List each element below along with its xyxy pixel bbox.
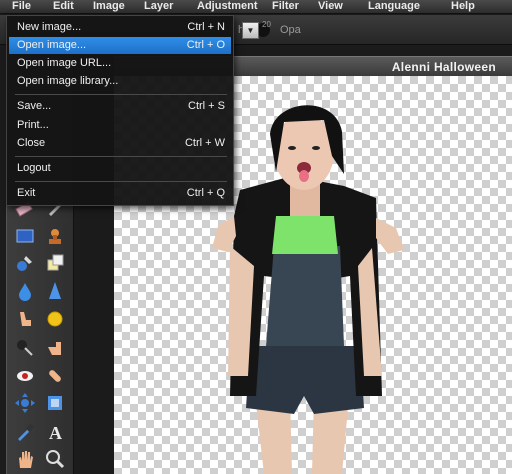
menu-separator: [15, 156, 227, 157]
dodge-tool-icon[interactable]: [43, 336, 67, 360]
menu-item-exit[interactable]: Exit Ctrl + Q: [9, 185, 231, 202]
menu-separator: [15, 181, 227, 182]
menu-item-label: Open image URL...: [17, 57, 112, 69]
menu-item-shortcut: Ctrl + Q: [186, 187, 225, 199]
menu-image[interactable]: Image: [93, 0, 125, 14]
menu-separator: [15, 94, 227, 95]
menu-item-new-image[interactable]: New image... Ctrl + N: [9, 19, 231, 36]
menu-edit[interactable]: Edit: [53, 0, 74, 14]
menu-view[interactable]: View: [318, 0, 343, 14]
color-picker-tool-icon[interactable]: [13, 420, 37, 444]
menu-item-save[interactable]: Save... Ctrl + S: [9, 98, 231, 115]
menu-item-shortcut: Ctrl + W: [184, 137, 225, 149]
menu-layer[interactable]: Layer: [144, 0, 173, 14]
pinch-tool-icon[interactable]: [43, 391, 67, 415]
menu-filter[interactable]: Filter: [272, 0, 299, 14]
menu-item-print[interactable]: Print...: [9, 117, 231, 134]
menu-item-label: Close: [17, 137, 46, 149]
menu-item-shortcut: Ctrl + S: [188, 100, 225, 112]
sponge-tool-icon[interactable]: [43, 307, 67, 331]
app-window: A ht 20 Opa ▼ File Edit Image Layer Adju…: [0, 0, 512, 474]
menu-adjustment[interactable]: Adjustment: [197, 0, 258, 14]
zoom-tool-icon[interactable]: [43, 447, 67, 471]
menu-bar: File Edit Image Layer Adjustment Filter …: [0, 0, 512, 14]
color-swap-tool-icon[interactable]: [43, 251, 67, 275]
text-tool-icon[interactable]: A: [43, 420, 67, 444]
sharpen-tool-icon[interactable]: [43, 279, 67, 303]
file-menu-dropdown: New image... Ctrl + N Open image... Ctrl…: [6, 15, 234, 206]
menu-file[interactable]: File: [12, 0, 31, 14]
menu-item-close[interactable]: Close Ctrl + W: [9, 135, 231, 152]
replace-color-tool-icon[interactable]: [13, 251, 37, 275]
document-title: Alenni Halloween: [391, 60, 496, 74]
chevron-down-icon[interactable]: ▼: [242, 22, 259, 39]
smudge-finger-tool-icon[interactable]: [13, 307, 37, 331]
menu-item-open-image-url[interactable]: Open image URL...: [9, 55, 231, 72]
menu-item-label: Print...: [17, 119, 49, 131]
red-eye-tool-icon[interactable]: [13, 364, 37, 388]
stamp-tool-icon[interactable]: [43, 224, 67, 248]
menu-help[interactable]: Help: [451, 0, 475, 14]
options-label-opacity: Opa: [280, 24, 301, 36]
burn-tool-icon[interactable]: [13, 336, 37, 360]
menu-item-open-image-library[interactable]: Open image library...: [9, 73, 231, 90]
menu-language[interactable]: Language: [368, 0, 420, 14]
brush-size-label: 20: [262, 20, 271, 29]
menu-item-logout[interactable]: Logout: [9, 160, 231, 177]
hand-tool-icon[interactable]: [13, 447, 37, 471]
svg-text:A: A: [49, 423, 62, 443]
menu-item-label: Open image...: [17, 39, 87, 51]
menu-item-label: New image...: [17, 21, 82, 33]
menu-item-label: Open image library...: [17, 75, 119, 87]
menu-item-label: Logout: [17, 162, 51, 174]
rectangle-tool-icon[interactable]: [13, 224, 37, 248]
menu-item-shortcut: Ctrl + O: [186, 39, 225, 51]
menu-item-label: Exit: [17, 187, 36, 199]
spot-heal-tool-icon[interactable]: [43, 364, 67, 388]
menu-item-shortcut: Ctrl + N: [187, 21, 225, 33]
move-arrows-tool-icon[interactable]: [13, 391, 37, 415]
menu-item-open-image[interactable]: Open image... Ctrl + O: [9, 37, 231, 54]
drop-blur-tool-icon[interactable]: [13, 279, 37, 303]
menu-item-label: Save...: [17, 100, 52, 112]
